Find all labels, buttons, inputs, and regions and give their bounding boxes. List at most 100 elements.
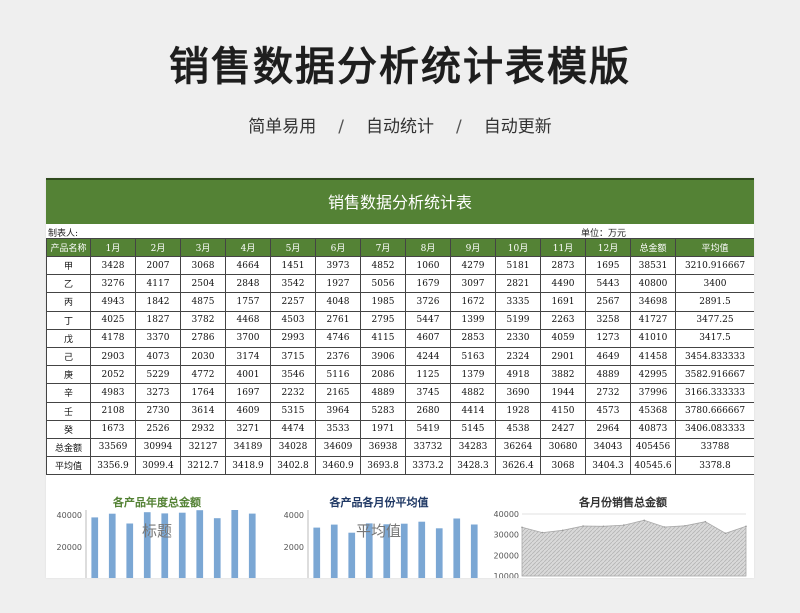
table-cell: 3356.9 <box>90 456 136 476</box>
table-cell: 36264 <box>495 437 541 458</box>
chart-bar <box>231 510 239 578</box>
table-cell: 3533 <box>315 419 361 439</box>
table-cell: 36938 <box>360 437 406 458</box>
table-cell: 3402.8 <box>270 456 316 476</box>
row-label-cell: 丁 <box>46 310 91 330</box>
table-cell: 4882 <box>450 383 496 403</box>
table-cell: 42995 <box>630 365 676 385</box>
chart-bar <box>470 524 478 578</box>
chart-monthly-total: 各月份销售总金额 40000 30000 20000 10000 <box>492 490 754 578</box>
feature-tag: 自动更新 <box>483 117 552 137</box>
table-cell: 3973 <box>315 255 361 276</box>
area-point <box>684 525 686 527</box>
table-cell: 1691 <box>540 292 586 312</box>
table-cell: 2821 <box>495 274 541 294</box>
table-cell: 4414 <box>450 401 496 421</box>
table-cell: 1673 <box>90 419 136 439</box>
table-cell: 2108 <box>90 401 136 421</box>
table-cell: 405456 <box>630 437 676 458</box>
chart-product-total: 各产品年度总金额 40000 20000 标题 <box>46 490 268 578</box>
table-cell: 2901 <box>540 346 586 367</box>
table-cell: 3212.7 <box>180 456 226 476</box>
table-cell: 1842 <box>135 292 181 312</box>
tag-separator: / <box>338 117 344 137</box>
column-header: 2月 <box>135 238 181 257</box>
table-cell: 4889 <box>585 365 631 385</box>
table-cell: 4244 <box>405 346 451 367</box>
table-cell: 2903 <box>90 346 136 367</box>
table-cell: 33569 <box>90 437 136 458</box>
table-cell: 4025 <box>90 310 136 330</box>
table-cell: 4943 <box>90 292 136 312</box>
table-cell: 4001 <box>225 365 271 385</box>
table-cell: 2993 <box>270 328 316 348</box>
area-point <box>704 520 707 523</box>
chart-watermark-text: 标题 <box>142 522 173 540</box>
column-header: 3月 <box>180 238 226 257</box>
table-cell: 4918 <box>495 365 541 385</box>
chart-watermark-text: 平均值 <box>356 522 402 540</box>
table-header-row: 产品名称 1月 2月 3月 4月 5月 6月 7月 8月 9月 10月 11月 12月 总金额 平均值 <box>46 238 754 257</box>
table-cell: 34189 <box>225 437 271 458</box>
chart-bar <box>453 518 461 578</box>
table-cell: 4468 <box>225 310 271 330</box>
chart-title: 各月份销售总金额 <box>579 496 667 509</box>
table-cell: 1679 <box>405 274 451 294</box>
table-cell: 40873 <box>630 419 676 439</box>
table-cell: 2030 <box>180 346 226 367</box>
table-cell: 2427 <box>540 419 586 439</box>
table-cell: 4059 <box>540 328 586 348</box>
table-row: 壬 2108 2730 3614 4609 5315 3964 5283 2680 4414 192… <box>46 401 754 421</box>
axis-tick-label: 4000 <box>284 511 304 520</box>
page-title: 销售数据分析统计表模版 <box>169 44 631 90</box>
table-cell: 2853 <box>450 328 496 348</box>
table-cell: 1928 <box>495 401 541 421</box>
row-label-cell: 丙 <box>46 292 91 312</box>
table-cell: 2761 <box>315 310 361 330</box>
row-label-cell: 戊 <box>46 328 91 348</box>
table-cell: 4474 <box>270 419 316 439</box>
table-cell: 4490 <box>540 274 586 294</box>
tag-separator: / <box>456 117 462 137</box>
table-row: 总金额 33569 30994 32127 34189 34028 34609 36938 33… <box>46 437 754 458</box>
table-cell: 2732 <box>585 383 631 403</box>
table-cell: 5145 <box>450 419 496 439</box>
column-header: 总金额 <box>630 238 676 257</box>
chart-bar <box>348 532 356 578</box>
table-cell: 2504 <box>180 274 226 294</box>
table-cell: 1944 <box>540 383 586 403</box>
chart-bar <box>178 512 186 578</box>
table-cell: 40545.6 <box>630 456 676 476</box>
feature-tag: 自动统计 <box>366 117 434 137</box>
table-cell: 4889 <box>360 383 406 403</box>
table-cell: 5443 <box>585 274 631 294</box>
table-cell: 2052 <box>90 365 136 385</box>
feature-tag: 简单易用 <box>248 117 317 137</box>
table-cell: 4852 <box>360 255 406 276</box>
table-cell: 34698 <box>630 292 676 312</box>
table-cell: 2680 <box>405 401 451 421</box>
column-header: 1月 <box>90 238 136 257</box>
table-row: 丁 4025 1827 3782 4468 4503 2761 2795 5447 1399 519… <box>46 310 754 330</box>
table-cell: 3906 <box>360 346 406 367</box>
table-cell: 3068 <box>540 456 586 476</box>
table-cell: 37996 <box>630 383 676 403</box>
area-chart-svg: 40000 30000 20000 10000 <box>494 510 747 578</box>
row-label-cell: 己 <box>46 346 91 367</box>
table-cell: 5283 <box>360 401 406 421</box>
table-cell: 1697 <box>225 383 271 403</box>
table-cell: 2795 <box>360 310 406 330</box>
row-label-cell: 癸 <box>46 419 91 439</box>
chart-bar <box>313 527 321 578</box>
sheet-banner-title: 销售数据分析统计表 <box>46 178 754 224</box>
table-cell: 3780.666667 <box>675 401 754 421</box>
table-cell: 3582.916667 <box>675 365 754 385</box>
table-cell: 3428.3 <box>450 456 496 476</box>
table-cell: 32127 <box>180 437 226 458</box>
table-cell: 1764 <box>180 383 226 403</box>
column-header: 11月 <box>540 238 586 257</box>
table-cell: 38531 <box>630 255 676 276</box>
table-cell: 5315 <box>270 401 316 421</box>
table-cell: 3370 <box>135 328 181 348</box>
table-cell: 3271 <box>225 419 271 439</box>
